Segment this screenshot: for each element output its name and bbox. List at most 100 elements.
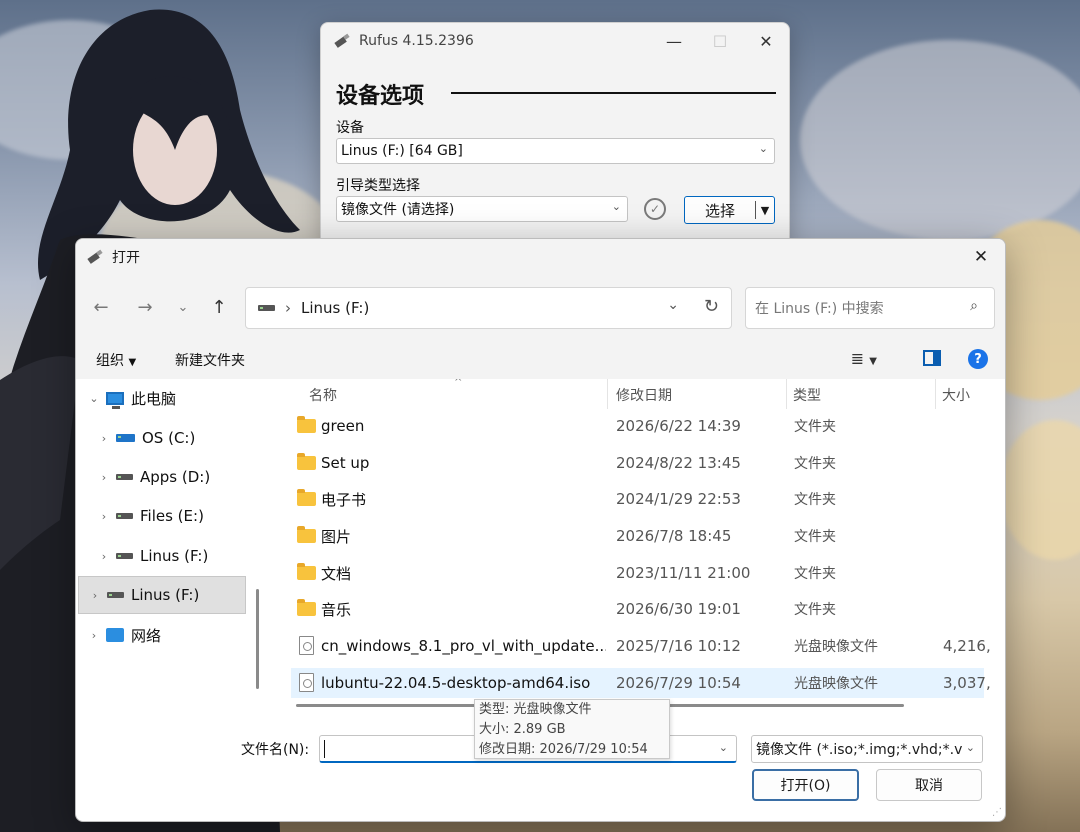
tree-item-this-pc[interactable]: ⌄ 此电脑 — [78, 379, 246, 417]
forward-arrow-icon[interactable]: → — [130, 295, 160, 319]
file-type-filter-value: 镜像文件 (*.iso;*.img;*.vhd;*.v — [756, 742, 963, 758]
file-date: 2026/7/8 18:45 — [616, 527, 732, 545]
new-folder-button[interactable]: 新建文件夹 — [175, 350, 245, 370]
search-input[interactable]: 在 Linus (F:) 中搜索 ⌕ — [745, 287, 995, 329]
minimize-button[interactable]: — — [651, 23, 697, 59]
close-button[interactable]: ✕ — [743, 23, 789, 59]
file-row[interactable]: Set up 2024/8/22 13:45 文件夹 — [291, 448, 984, 478]
chevron-down-icon: ⌄ — [963, 741, 975, 754]
cancel-button[interactable]: 取消 — [876, 769, 982, 801]
column-header-type[interactable]: 类型 — [793, 385, 821, 405]
column-separator[interactable] — [607, 379, 608, 409]
file-type: 文件夹 — [794, 456, 836, 472]
file-name: green — [321, 417, 365, 435]
dialog-close-button[interactable]: ✕ — [963, 239, 999, 275]
tree-scrollbar[interactable] — [256, 589, 259, 689]
tree-item-label: Apps (D:) — [140, 468, 211, 486]
select-dropdown-arrow-icon[interactable]: ▼ — [756, 197, 774, 223]
expand-chevron-icon[interactable]: › — [83, 589, 107, 602]
tree-item-os-c[interactable]: › OS (C:) — [78, 419, 246, 457]
expand-chevron-icon[interactable]: › — [92, 510, 116, 523]
file-row[interactable]: 电子书 2024/1/29 22:53 文件夹 — [291, 484, 984, 514]
command-bar: 组织 ▼ 新建文件夹 ≣ ▼ ? — [76, 339, 1005, 379]
up-arrow-icon[interactable]: ↑ — [204, 295, 234, 319]
chevron-down-icon[interactable]: ⌄ — [719, 741, 728, 754]
usb-drive-icon — [87, 249, 103, 264]
resize-grip-icon[interactable]: ⋰ — [992, 807, 1002, 818]
file-list: ^ 名称 修改日期 类型 大小 green 2026/6/22 14:39 文件… — [269, 379, 992, 717]
boot-type-select[interactable]: 镜像文件 (请选择) ⌄ — [336, 196, 628, 222]
select-button[interactable]: 选择 — [685, 201, 756, 220]
tree-item-files-e[interactable]: › Files (E:) — [78, 497, 246, 535]
select-split-button[interactable]: 选择 ▼ — [684, 196, 775, 224]
file-date: 2025/7/16 10:12 — [616, 637, 741, 655]
search-placeholder: 在 Linus (F:) 中搜索 — [755, 301, 884, 317]
file-type: 光盘映像文件 — [794, 639, 878, 655]
drive-icon — [116, 513, 133, 519]
device-select-value: Linus (F:) [64 GB] — [341, 143, 463, 159]
address-history-chevron-icon[interactable]: ⌄ — [667, 297, 679, 313]
dialog-titlebar: 打开 ✕ — [76, 239, 1005, 275]
network-icon — [106, 628, 124, 642]
back-arrow-icon[interactable]: ← — [86, 295, 116, 319]
tree-item-network[interactable]: › 网络 — [78, 616, 246, 654]
folder-icon — [297, 563, 316, 580]
recent-locations-chevron-icon[interactable]: ⌄ — [168, 295, 198, 319]
search-icon[interactable]: ⌕ — [970, 298, 978, 314]
address-path[interactable]: Linus (F:) — [301, 299, 369, 317]
file-row[interactable]: cn_windows_8.1_pro_vl_with_update... 202… — [291, 631, 991, 661]
tree-item-label: Linus (F:) — [131, 586, 200, 604]
file-name: 电子书 — [321, 490, 367, 509]
open-file-dialog: 打开 ✕ ← → ⌄ ↑ › Linus (F:) ⌄ ↻ 在 Linus (F… — [75, 238, 1006, 822]
file-date: 2026/6/22 14:39 — [616, 417, 741, 435]
folder-icon — [297, 489, 316, 506]
file-name: Set up — [321, 454, 370, 472]
checksum-icon[interactable]: ✓ — [644, 198, 666, 220]
maximize-button[interactable]: ☐ — [697, 23, 743, 59]
tree-item-linus-f-selected[interactable]: › Linus (F:) — [78, 576, 246, 614]
expand-chevron-icon[interactable]: › — [92, 550, 116, 563]
file-type: 文件夹 — [794, 602, 836, 618]
organize-label: 组织 — [96, 353, 124, 369]
tree-item-label: OS (C:) — [142, 429, 196, 447]
expand-chevron-icon[interactable]: › — [92, 432, 116, 445]
tree-item-label: Linus (F:) — [140, 547, 209, 565]
refresh-icon[interactable]: ↻ — [704, 296, 719, 317]
file-row[interactable]: 文档 2023/11/11 21:00 文件夹 — [291, 558, 984, 588]
file-type-filter[interactable]: 镜像文件 (*.iso;*.img;*.vhd;*.v ⌄ — [751, 735, 983, 763]
address-bar[interactable]: › Linus (F:) ⌄ ↻ — [245, 287, 732, 329]
organize-menu[interactable]: 组织 ▼ — [96, 350, 136, 370]
file-row[interactable]: green 2026/6/22 14:39 文件夹 — [291, 411, 984, 441]
tooltip-date: 修改日期: 2026/7/29 10:54 — [479, 742, 648, 757]
column-header-date[interactable]: 修改日期 — [616, 385, 672, 405]
drive-icon — [107, 592, 124, 598]
file-row[interactable]: 音乐 2026/6/30 19:01 文件夹 — [291, 594, 984, 624]
breadcrumb-chevron-icon[interactable]: › — [285, 299, 291, 317]
file-row-hovered[interactable]: lubuntu-22.04.5-desktop-amd64.iso 2026/7… — [291, 668, 991, 698]
column-separator[interactable] — [786, 379, 787, 409]
navigation-bar: ← → ⌄ ↑ › Linus (F:) ⌄ ↻ 在 Linus (F:) 中搜… — [76, 275, 1005, 339]
tree-item-linus-f[interactable]: › Linus (F:) — [78, 537, 246, 575]
file-info-tooltip: 类型: 光盘映像文件 大小: 2.89 GB 修改日期: 2026/7/29 1… — [474, 699, 670, 759]
file-row[interactable]: 图片 2026/7/8 18:45 文件夹 — [291, 521, 984, 551]
drive-icon — [116, 474, 133, 480]
expand-chevron-icon[interactable]: › — [82, 629, 106, 642]
help-icon[interactable]: ? — [968, 349, 988, 369]
device-select[interactable]: Linus (F:) [64 GB] ⌄ — [336, 138, 775, 164]
expand-chevron-icon[interactable]: › — [92, 471, 116, 484]
tooltip-type: 类型: 光盘映像文件 — [479, 702, 592, 717]
expand-chevron-icon[interactable]: ⌄ — [82, 392, 106, 405]
open-button[interactable]: 打开(O) — [752, 769, 859, 801]
caret-down-icon: ▼ — [128, 357, 137, 368]
file-name: lubuntu-22.04.5-desktop-amd64.iso — [321, 674, 591, 692]
text-caret — [324, 740, 325, 758]
preview-pane-icon[interactable] — [923, 350, 941, 366]
view-options-icon[interactable]: ≣ ▼ — [851, 349, 877, 368]
rufus-title: Rufus 4.15.2396 — [359, 33, 474, 49]
tree-item-apps-d[interactable]: › Apps (D:) — [78, 458, 246, 496]
column-header-size[interactable]: 大小 — [942, 385, 970, 405]
column-separator[interactable] — [935, 379, 936, 409]
file-date: 2023/11/11 21:00 — [616, 564, 751, 582]
column-header-name[interactable]: 名称 — [309, 385, 337, 405]
system-drive-icon — [116, 434, 135, 442]
